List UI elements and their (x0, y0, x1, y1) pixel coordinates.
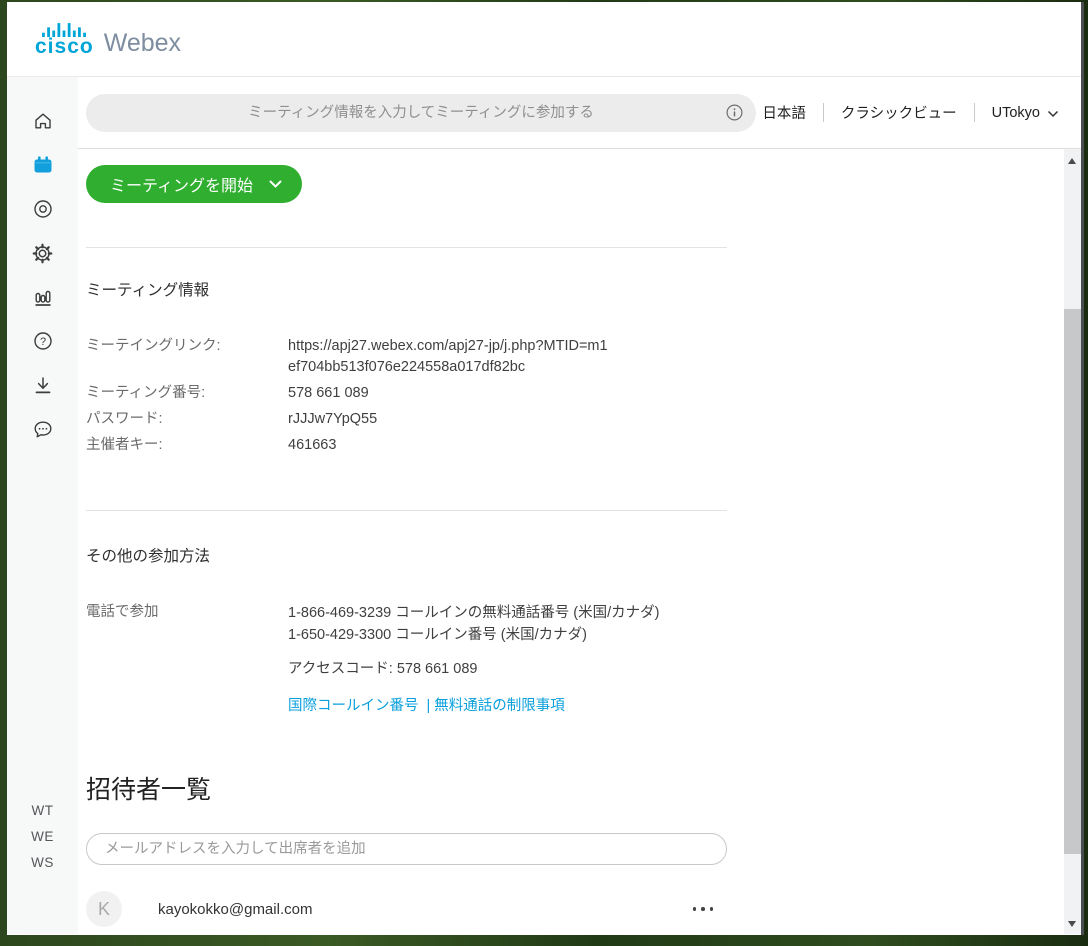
workspace-labels: WT WE WS (31, 798, 54, 876)
other-join-methods-title: その他の参加方法 (86, 544, 1064, 566)
preferences-gear-icon (31, 242, 54, 265)
meeting-link-row: ミーテイングリンク: https://apj27.webex.com/apj27… (86, 336, 1064, 378)
meeting-link-value: https://apj27.webex.com/apj27-jp/j.php?M… (288, 336, 610, 378)
join-by-phone-label: 電話で参加 (86, 602, 288, 715)
insights-chart-icon (32, 286, 54, 308)
password-label: パスワード: (86, 409, 288, 430)
access-code: アクセスコード: 578 661 089 (288, 657, 659, 678)
webex-window: cisco Webex (7, 2, 1084, 935)
start-meeting-label: ミーティングを開始 (110, 172, 253, 196)
scroll-up-icon[interactable] (1068, 158, 1076, 164)
avatar: K (86, 891, 122, 927)
account-name: UTokyo (992, 105, 1040, 121)
support-help-icon: ? (32, 330, 54, 352)
host-key-value: 461663 (288, 435, 336, 456)
main-area: 日本語 クラシックビュー UTokyo ミーティングを開始 (78, 77, 1081, 934)
meeting-link-label: ミーテイングリンク: (86, 336, 288, 378)
meeting-info-title: ミーティング情報 (86, 278, 1064, 300)
more-options-icon[interactable] (691, 901, 716, 917)
meetings-calendar-icon (31, 153, 55, 177)
topbar-divider (974, 103, 975, 122)
webex-wordmark: Webex (104, 31, 181, 56)
meeting-number-label: ミーティング番号: (86, 383, 288, 404)
topbar-right: 日本語 クラシックビュー UTokyo (762, 102, 1059, 123)
invitee-list-title: 招待者一覧 (86, 773, 1064, 807)
host-key-label: 主催者キー: (86, 435, 288, 456)
language-link[interactable]: 日本語 (762, 102, 806, 123)
scroll-down-icon[interactable] (1068, 921, 1076, 927)
sidebar-item-recordings[interactable] (21, 187, 65, 231)
host-key-row: 主催者キー: 461663 (86, 435, 1064, 456)
meeting-number-row: ミーティング番号: 578 661 089 (86, 383, 1064, 404)
workspace-label-ws[interactable]: WS (31, 850, 54, 876)
scrollbar-track[interactable] (1064, 149, 1081, 934)
chevron-down-icon (1047, 110, 1059, 118)
main-topbar: 日本語 クラシックビュー UTokyo (78, 77, 1081, 149)
classic-view-link[interactable]: クラシックビュー (841, 102, 957, 123)
sidebar-item-home[interactable] (21, 99, 65, 143)
add-attendee-field (86, 833, 727, 865)
recordings-icon (32, 198, 54, 220)
cisco-wordmark: cisco (35, 38, 94, 56)
phone-details: 1-866-469-3239 コールインの無料通話番号 (米国/カナダ) 1-6… (288, 602, 659, 715)
sidebar-item-preferences[interactable] (21, 231, 65, 275)
phone-links: 国際コールイン番号 |無料通話の制限事項 (288, 694, 659, 715)
account-menu[interactable]: UTokyo (992, 105, 1059, 121)
attendee-email-input[interactable] (87, 834, 726, 864)
sidebar-item-support[interactable]: ? (21, 319, 65, 363)
scrollbar-thumb[interactable] (1064, 309, 1081, 854)
downloads-icon (32, 374, 54, 396)
join-meeting-search (86, 94, 756, 132)
sidebar: ? (7, 77, 78, 934)
invitee-email: kayokokko@gmail.com (158, 901, 312, 918)
join-by-phone-row: 電話で参加 1-866-469-3239 コールインの無料通話番号 (米国/カナ… (86, 602, 1064, 715)
cisco-logo: cisco (35, 22, 94, 56)
sidebar-item-feedback[interactable] (21, 407, 65, 451)
tollfree-number: 1-866-469-3239 コールインの無料通話番号 (米国/カナダ) (288, 602, 659, 624)
chevron-down-icon (269, 180, 282, 189)
cisco-webex-logo: cisco Webex (35, 22, 181, 56)
meeting-number-value: 578 661 089 (288, 383, 369, 404)
meeting-page-content: ミーティングを開始 ミーティング情報 ミーテイングリンク: https://ap… (78, 149, 1064, 934)
password-row: パスワード: rJJJw7YpQ55 (86, 409, 1064, 430)
global-callin-link[interactable]: 国際コールイン番号 (288, 698, 419, 714)
workspace-label-wt[interactable]: WT (31, 798, 54, 824)
feedback-icon (32, 418, 54, 440)
start-meeting-button[interactable]: ミーティングを開始 (86, 165, 302, 203)
topbar-divider (823, 103, 824, 122)
invitee-list-item: K kayokokko@gmail.com (86, 887, 727, 931)
meeting-info-rows: ミーテイングリンク: https://apj27.webex.com/apj27… (86, 336, 1064, 456)
info-icon[interactable] (726, 104, 743, 126)
search-input[interactable] (86, 94, 756, 132)
tollfree-restrictions-link[interactable]: 無料通話の制限事項 (434, 698, 565, 714)
section-divider (86, 510, 727, 511)
section-divider (86, 247, 727, 248)
sidebar-item-insights[interactable] (21, 275, 65, 319)
callin-number: 1-650-429-3300 コールイン番号 (米国/カナダ) (288, 624, 659, 646)
home-icon (32, 110, 54, 132)
workspace-label-we[interactable]: WE (31, 824, 54, 850)
app-header: cisco Webex (7, 2, 1081, 77)
svg-text:?: ? (39, 336, 45, 348)
sidebar-item-meetings[interactable] (21, 143, 65, 187)
link-separator: | (427, 698, 431, 714)
password-value: rJJJw7YpQ55 (288, 409, 377, 430)
sidebar-item-downloads[interactable] (21, 363, 65, 407)
